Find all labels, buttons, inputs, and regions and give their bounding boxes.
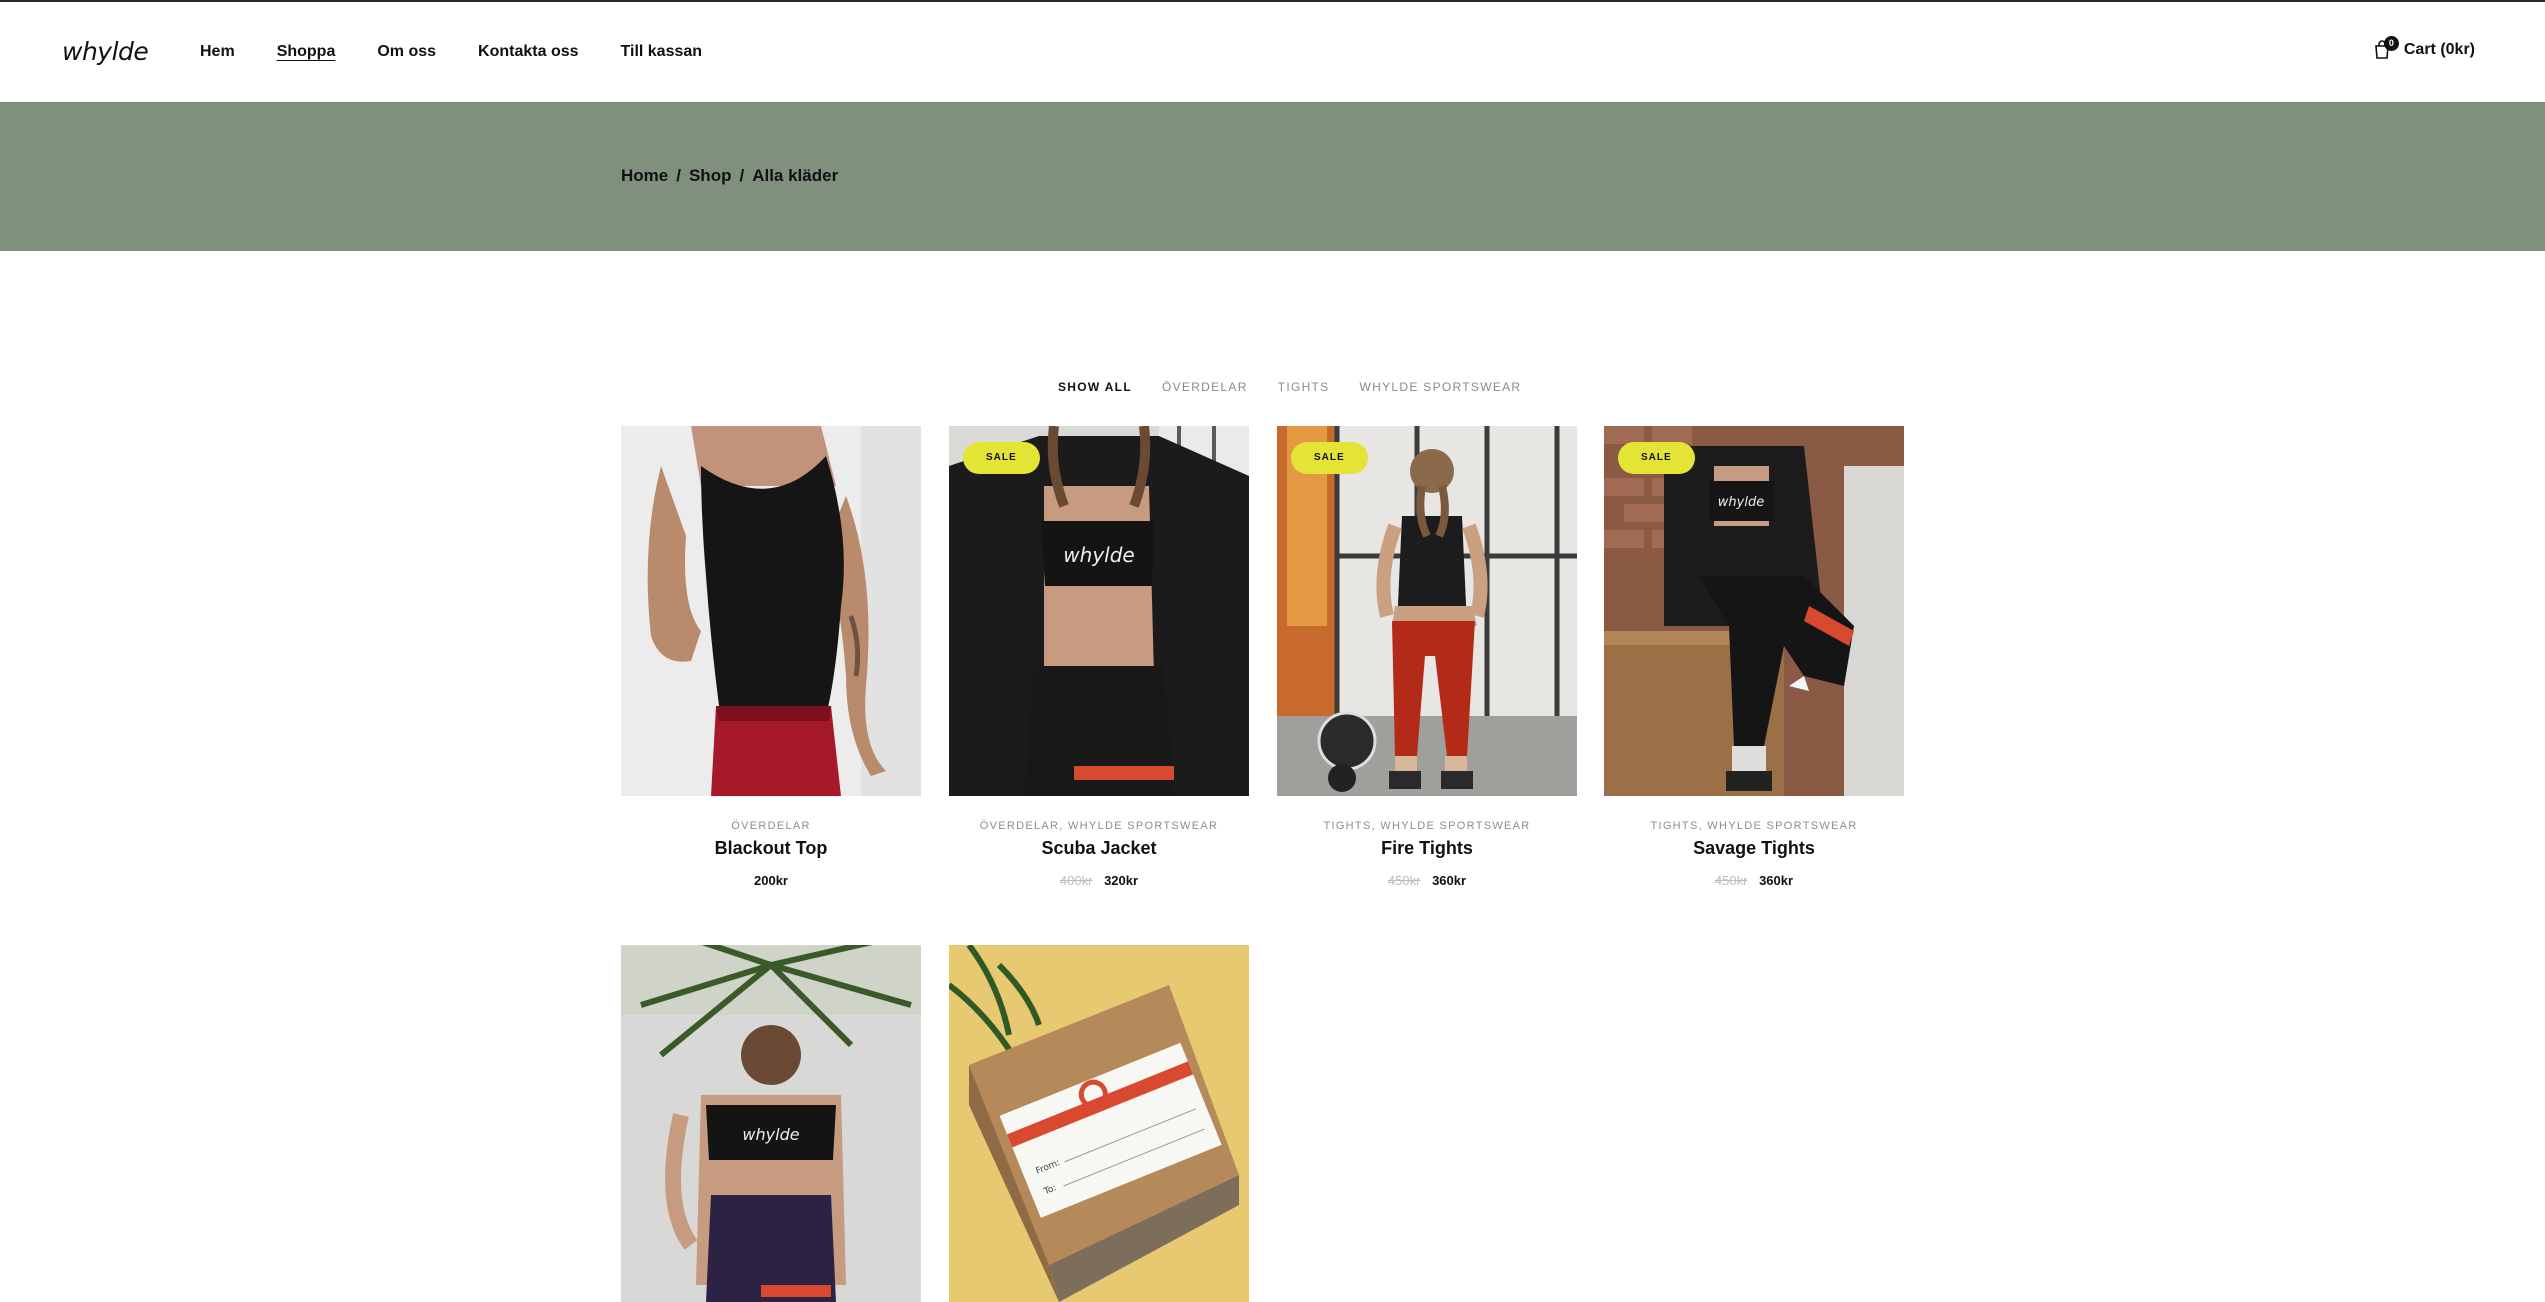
filter-whylde-sportswear[interactable]: WHYLDE SPORTSWEAR <box>1360 380 1522 394</box>
product-image[interactable]: From: To: <box>949 945 1249 1302</box>
product-card-scuba-jacket[interactable]: whylde SALE ÖVERDELAR, WHYLDE SPORTSWEAR… <box>949 426 1249 888</box>
nav-item-hem[interactable]: Hem <box>200 42 235 62</box>
product-card-blackout-top[interactable]: ÖVERDELAR Blackout Top 200kr <box>621 426 921 888</box>
whylde-logo[interactable]: whylde <box>62 32 158 72</box>
product-image[interactable]: whylde <box>621 945 921 1302</box>
sale-badge: SALE <box>963 442 1040 474</box>
product-image[interactable]: SALE <box>1277 426 1577 796</box>
nav-item-shoppa[interactable]: Shoppa <box>277 42 336 62</box>
product-card-savage-tights[interactable]: whylde SALE TIGHTS, WHYLDE SPORTSWEAR Sa… <box>1604 426 1904 888</box>
cart-button[interactable]: 0 Cart (0kr) <box>2374 36 2475 60</box>
breadcrumb-shop[interactable]: Shop <box>689 166 732 186</box>
filter-show-all[interactable]: SHOW ALL <box>1058 380 1132 394</box>
shopping-bag-icon: 0 <box>2374 36 2399 60</box>
product-card-row2-1[interactable]: whylde <box>621 945 921 1302</box>
breadcrumb-separator: / <box>676 166 681 185</box>
product-image[interactable]: whylde SALE <box>1604 426 1904 796</box>
product-price-row: 450kr 360kr <box>1604 873 1904 888</box>
product-price-row: 200kr <box>621 873 921 888</box>
product-name[interactable]: Scuba Jacket <box>949 838 1249 859</box>
filter-overdelar[interactable]: ÖVERDELAR <box>1162 380 1248 394</box>
whylde-logo-mark: whylde <box>62 37 149 66</box>
product-price: 320kr <box>1104 873 1139 888</box>
product-category: TIGHTS, WHYLDE SPORTSWEAR <box>1650 820 1858 832</box>
breadcrumb-home[interactable]: Home <box>621 166 668 186</box>
sale-badge: SALE <box>1618 442 1695 474</box>
svg-text:whylde: whylde <box>1718 495 1764 510</box>
product-category: TIGHTS, WHYLDE SPORTSWEAR <box>1323 820 1531 832</box>
nav-item-kontakta-oss[interactable]: Kontakta oss <box>478 42 578 62</box>
breadcrumb-current: Alla kläder <box>752 166 839 185</box>
product-card-gift-card[interactable]: From: To: <box>949 945 1249 1302</box>
breadcrumb-separator: / <box>739 166 745 185</box>
product-old-price: 400kr <box>1059 873 1093 888</box>
nav-item-om-oss[interactable]: Om oss <box>377 42 436 62</box>
product-category: ÖVERDELAR, WHYLDE SPORTSWEAR <box>979 820 1219 832</box>
product-name[interactable]: Blackout Top <box>621 838 921 859</box>
cart-label: Cart (0kr) <box>2403 41 2475 58</box>
sale-badge: SALE <box>1291 442 1368 474</box>
product-name[interactable]: Savage Tights <box>1604 838 1904 859</box>
svg-text:whylde: whylde <box>742 1125 799 1144</box>
nav-item-till-kassan[interactable]: Till kassan <box>621 42 703 62</box>
product-image[interactable]: whylde SALE <box>949 426 1249 796</box>
product-price: 200kr <box>754 873 788 888</box>
site-header: whylde Hem Shoppa Om oss Kontakta oss Ti… <box>0 2 2545 102</box>
breadcrumb: Home / Shop / Alla kläder <box>621 166 838 186</box>
svg-text:whylde: whylde <box>1063 543 1134 567</box>
product-price-row: 400kr 320kr <box>949 873 1249 888</box>
cart-count-badge: 0 <box>2383 36 2399 51</box>
page-header-band <box>0 102 2545 251</box>
product-image[interactable] <box>621 426 921 796</box>
product-old-price: 450kr <box>1387 873 1421 888</box>
product-price-row: 450kr 360kr <box>1277 873 1577 888</box>
product-name[interactable]: Fire Tights <box>1277 838 1577 859</box>
product-card-fire-tights[interactable]: SALE TIGHTS, WHYLDE SPORTSWEAR Fire Tigh… <box>1277 426 1577 888</box>
logo-text: whylde <box>62 37 148 66</box>
filter-tights[interactable]: TIGHTS <box>1278 380 1330 394</box>
product-old-price: 450kr <box>1714 873 1748 888</box>
product-price: 360kr <box>1759 873 1794 888</box>
main-nav: Hem Shoppa Om oss Kontakta oss Till kass… <box>200 42 744 62</box>
product-price: 360kr <box>1432 873 1467 888</box>
product-category: ÖVERDELAR <box>731 820 811 832</box>
